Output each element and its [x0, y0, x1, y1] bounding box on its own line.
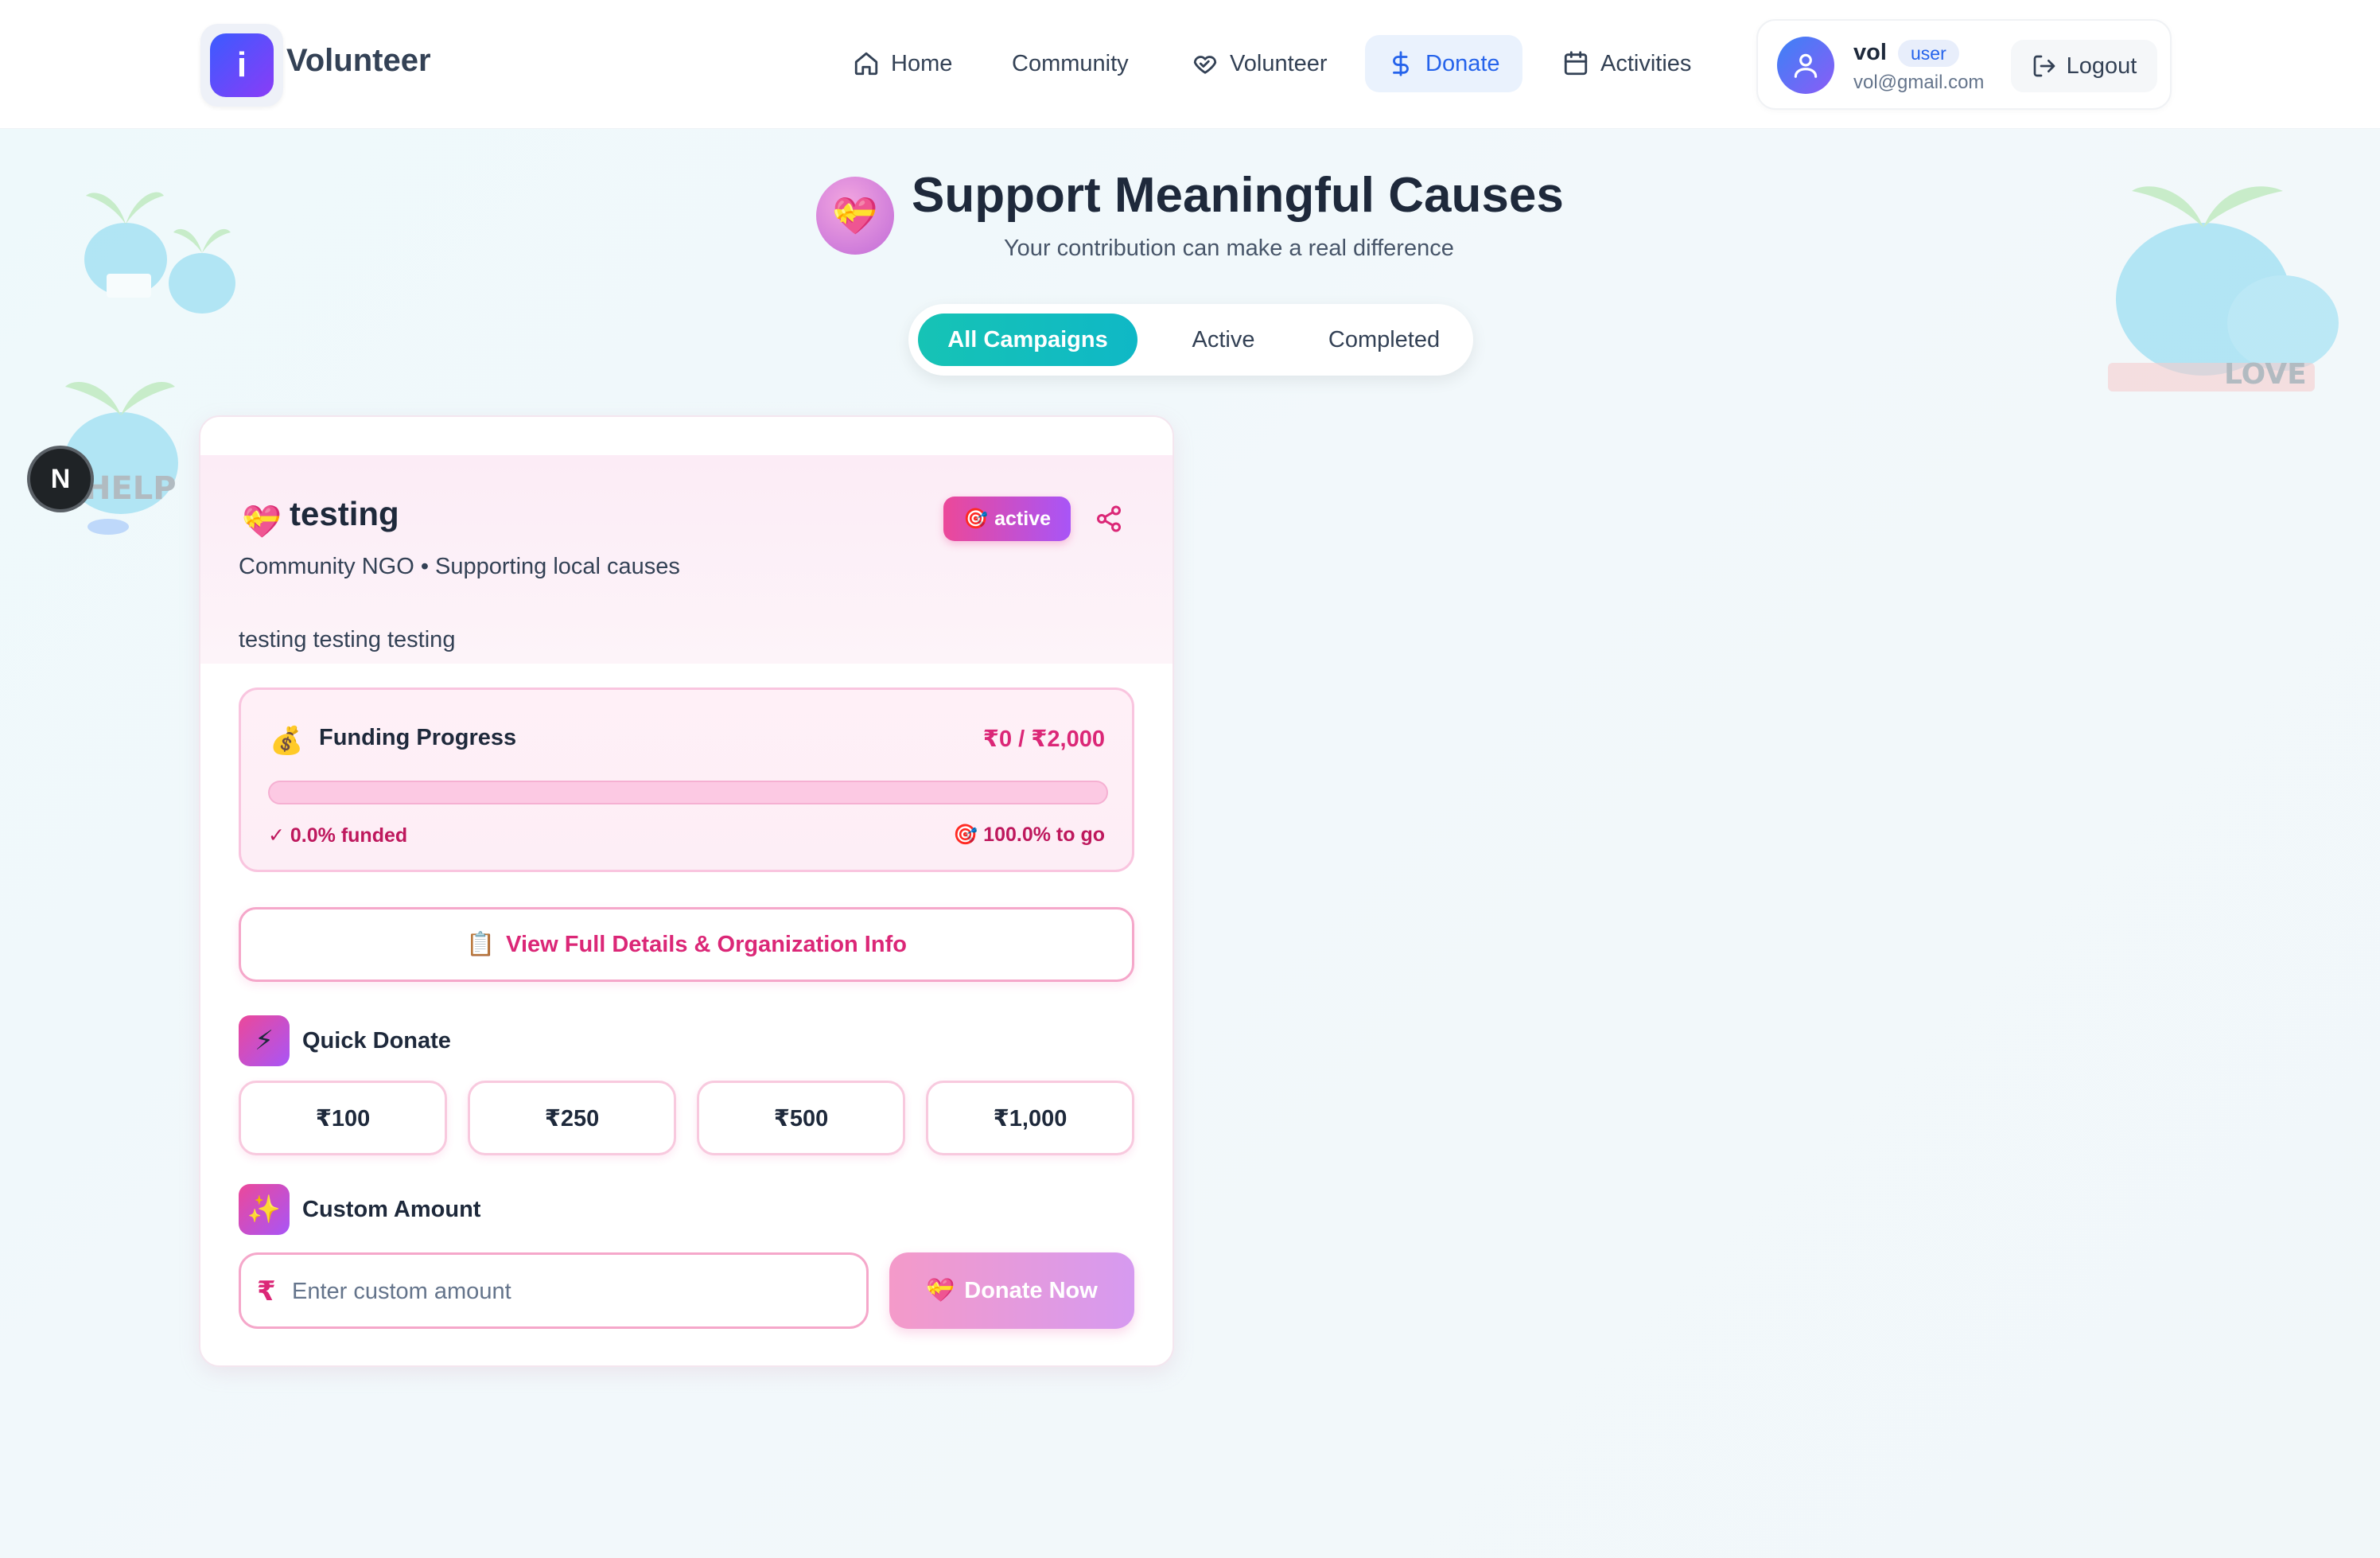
user-profile-card: vol user vol@gmail.com Logout — [1756, 19, 2172, 110]
campaign-filter-tabs: All Campaigns Active Completed — [908, 304, 1473, 376]
nav-activities[interactable]: Activities — [1540, 35, 1713, 92]
campaign-card: 💝 testing 🎯 active Community NGO • Suppo… — [199, 415, 1174, 1367]
donate-now-label: Donate Now — [964, 1277, 1098, 1303]
custom-amount-field[interactable]: ₹ — [239, 1252, 869, 1329]
user-name: vol — [1853, 40, 1887, 65]
clipboard-icon: 📋 — [466, 932, 496, 957]
sparkles-icon: ✨ — [239, 1184, 290, 1235]
nav-volunteer[interactable]: Volunteer — [1169, 35, 1350, 92]
page-title: Support Meaningful Causes — [912, 168, 1564, 223]
funding-amount: ₹0 / ₹2,000 — [982, 726, 1105, 752]
quick-donate-250-button[interactable]: ₹250 — [468, 1081, 676, 1155]
user-icon — [1794, 53, 1818, 78]
love-mascot-illustration: LOVE — [2108, 186, 2339, 391]
logout-button[interactable]: Logout — [2011, 40, 2157, 92]
heart-handshake-icon — [1193, 56, 1217, 74]
logout-icon — [2033, 55, 2055, 77]
quick-donate-1000-button[interactable]: ₹1,000 — [926, 1081, 1134, 1155]
lightning-icon: ⚡ — [239, 1015, 290, 1066]
share-icon[interactable] — [1095, 504, 1123, 533]
nav-community[interactable]: Community — [990, 35, 1151, 92]
page-subtitle: Your contribution can make a real differ… — [1004, 236, 1454, 261]
logo-icon: i — [210, 33, 274, 97]
funding-progress-panel: 💰 Funding Progress ₹0 / ₹2,000 ✓ 0.0% fu… — [239, 687, 1134, 872]
tab-all-campaigns[interactable]: All Campaigns — [918, 314, 1138, 366]
gift-heart-icon: 💝 — [242, 504, 282, 539]
tab-completed[interactable]: Completed — [1306, 314, 1462, 366]
quick-donate-label: Quick Donate — [302, 1028, 451, 1054]
nav-donate-label: Donate — [1425, 50, 1500, 76]
gift-heart-icon: 💝 — [816, 177, 894, 255]
app-logo[interactable]: i — [200, 24, 283, 107]
help-sign-text: HELP — [84, 470, 177, 507]
custom-amount-input[interactable] — [292, 1269, 849, 1314]
funded-percent: ✓ 0.0% funded — [268, 824, 408, 847]
love-sign-text: LOVE — [2224, 358, 2307, 391]
rupee-icon: ₹ — [257, 1276, 276, 1307]
funding-title: Funding Progress — [319, 725, 517, 750]
status-label: active — [994, 507, 1052, 530]
calendar-icon — [1564, 51, 1588, 76]
sprout-mascots-illustration — [84, 192, 235, 314]
logout-label: Logout — [2066, 53, 2137, 79]
status-badge: 🎯 active — [943, 497, 1071, 541]
campaign-card-header: 💝 testing 🎯 active Community NGO • Suppo… — [200, 455, 1172, 664]
avatar[interactable] — [1777, 37, 1834, 94]
custom-amount-label: Custom Amount — [302, 1197, 481, 1222]
tab-active[interactable]: Active — [1152, 314, 1295, 366]
campaign-description: testing testing testing — [239, 627, 456, 652]
donate-now-button[interactable]: 💝 Donate Now — [889, 1252, 1134, 1329]
home-icon — [854, 52, 878, 76]
funding-progress-bar — [268, 781, 1108, 804]
quick-donate-500-button[interactable]: ₹500 — [697, 1081, 905, 1155]
money-bag-icon: 💰 — [270, 726, 304, 756]
nav-home[interactable]: Home — [830, 35, 974, 92]
nav-activities-label: Activities — [1600, 50, 1692, 76]
view-details-label: View Full Details & Organization Info — [506, 931, 907, 957]
nav-community-label: Community — [1012, 50, 1129, 76]
to-go-percent: 🎯 100.0% to go — [953, 824, 1105, 846]
organization-line: Community NGO • Supporting local causes — [239, 554, 680, 579]
nav-donate[interactable]: Donate — [1365, 35, 1522, 92]
nav-volunteer-label: Volunteer — [1230, 50, 1328, 76]
nav-home-label: Home — [891, 50, 953, 76]
quick-donate-100-button[interactable]: ₹100 — [239, 1081, 447, 1155]
brand-name[interactable]: Volunteer — [286, 43, 431, 79]
dev-tools-badge[interactable]: N — [30, 449, 91, 509]
user-email: vol@gmail.com — [1853, 72, 1985, 93]
view-details-button[interactable]: 📋 View Full Details & Organization Info — [239, 907, 1134, 982]
campaign-title: testing — [290, 495, 399, 532]
dollar-icon — [1393, 51, 1409, 76]
top-navbar: i Volunteer Home Community Volunteer Don… — [0, 0, 2380, 129]
user-role-badge: user — [1898, 40, 1959, 67]
gift-heart-icon: 💝 — [926, 1278, 955, 1303]
target-icon: 🎯 — [962, 507, 989, 530]
